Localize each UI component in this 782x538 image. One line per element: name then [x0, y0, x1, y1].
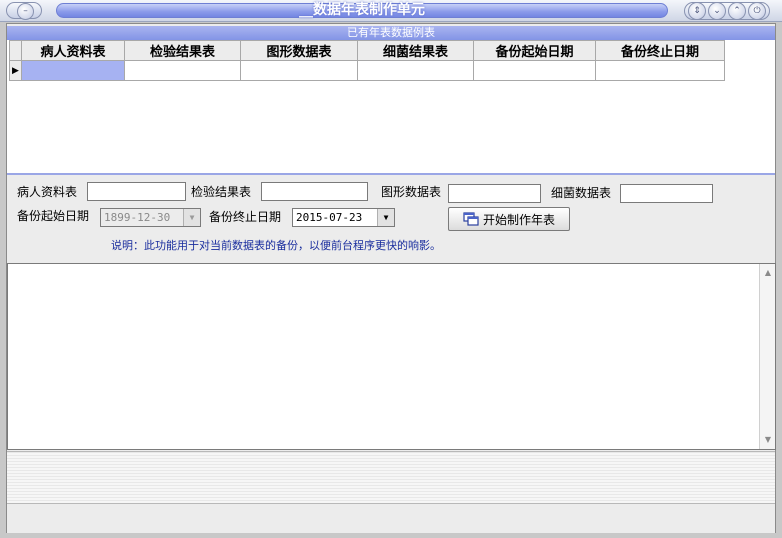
windows-icon	[463, 212, 479, 226]
end-date-label: 备份终止日期	[209, 210, 282, 224]
column-header-end-date[interactable]: 备份终止日期	[595, 40, 725, 61]
lab-table-label: 检验结果表	[191, 185, 252, 199]
start-date-value: 1899-12-30	[104, 211, 171, 224]
table-cell[interactable]	[357, 60, 474, 81]
lab-table-input[interactable]	[261, 182, 368, 201]
start-make-yearbook-button[interactable]: 开始制作年表	[448, 207, 570, 231]
start-date-label: 备份起始日期	[17, 209, 90, 223]
patient-table-label: 病人资料表	[17, 185, 78, 199]
current-row-arrow-icon: ▶	[12, 65, 19, 76]
system-menu-button[interactable]: –	[6, 2, 42, 20]
grid-header-row: 病人资料表 检验结果表 图形数据表 细菌结果表 备份起始日期 备份终止日期	[9, 40, 725, 61]
column-header-graph[interactable]: 图形数据表	[240, 40, 358, 61]
end-date-combo[interactable]: 2015-07-23 ▼	[292, 208, 395, 227]
table-cell[interactable]	[473, 60, 596, 81]
status-bar	[7, 503, 775, 533]
row-indicator: ▶	[9, 60, 22, 81]
minus-icon: –	[17, 3, 34, 20]
status-area	[7, 451, 775, 503]
graph-table-input[interactable]	[448, 184, 541, 203]
column-header-bacteria[interactable]: 细菌结果表	[357, 40, 474, 61]
table-cell[interactable]	[124, 60, 241, 81]
chevron-down-icon[interactable]: ⌄	[708, 2, 726, 20]
chevron-up-icon[interactable]: ⌃	[728, 2, 746, 20]
window-controls: ⇕ ⌄ ⌃ ⏻	[684, 2, 770, 20]
scroll-up-icon[interactable]: ▲	[760, 266, 776, 280]
log-textarea[interactable]	[7, 263, 776, 450]
dropdown-arrow-icon: ▼	[183, 209, 200, 226]
table-cell[interactable]	[240, 60, 358, 81]
note-text: 说明：此功能用于对当前数据表的备份，以便前台程序更快的响影。	[111, 239, 441, 252]
power-icon[interactable]: ⏻	[748, 2, 766, 20]
table-cell[interactable]	[21, 60, 125, 81]
bacteria-table-input[interactable]	[620, 184, 713, 203]
table-row[interactable]: ▶	[9, 60, 725, 81]
dropdown-arrow-icon[interactable]: ▼	[377, 209, 394, 226]
start-button-label: 开始制作年表	[482, 212, 555, 227]
scroll-down-icon[interactable]: ▼	[760, 433, 776, 447]
bacteria-table-label: 细菌数据表	[551, 186, 612, 200]
scroll-up-down-icon[interactable]: ⇕	[688, 2, 706, 20]
column-header-lab[interactable]: 检验结果表	[124, 40, 241, 61]
table-cell[interactable]	[595, 60, 725, 81]
patient-table-input[interactable]	[87, 182, 186, 201]
data-grid: 病人资料表 检验结果表 图形数据表 细菌结果表 备份起始日期 备份终止日期 ▶	[9, 40, 725, 81]
grid-corner-cell	[9, 40, 22, 61]
column-header-patient[interactable]: 病人资料表	[21, 40, 125, 61]
grid-caption: 已有年表数据例表	[7, 26, 775, 40]
end-date-value: 2015-07-23	[296, 211, 363, 224]
vertical-scrollbar[interactable]: ▲ ▼	[759, 264, 775, 449]
start-date-combo: 1899-12-30 ▼	[100, 208, 201, 227]
window-title: __数据年表制作单元	[299, 2, 425, 18]
graph-table-label: 图形数据表	[381, 185, 442, 199]
column-header-start-date[interactable]: 备份起始日期	[473, 40, 596, 61]
